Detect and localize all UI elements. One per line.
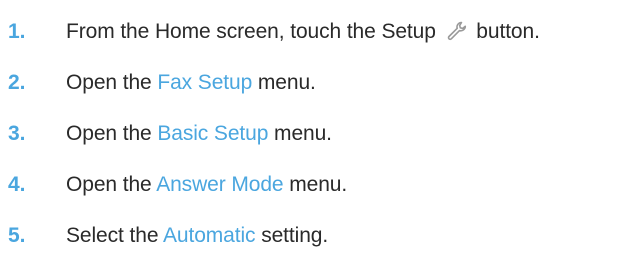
wrench-icon [447,21,466,41]
step-text-before: Open the [66,71,158,94]
step-4: 4. Open the Answer Mode menu. [0,169,635,201]
step-text: Open the Basic Setup menu. [66,122,332,146]
menu-name-basic-setup: Basic Setup [157,122,269,145]
menu-name-answer-mode: Answer Mode [156,173,284,196]
menu-name-automatic: Automatic [162,224,256,247]
menu-name-fax-setup: Fax Setup [157,71,253,94]
step-2: 2. Open the Fax Setup menu. [0,67,635,99]
step-number: 3. [8,122,26,145]
step-text-before: Select the [66,224,163,247]
step-number: 5. [8,224,26,247]
step-text: From the Home screen, touch the Setup bu… [66,20,540,44]
step-number: 1. [8,20,26,43]
step-text-after: menu. [268,122,332,145]
step-number: 2. [8,71,26,94]
step-text-after: menu. [252,71,316,94]
step-3: 3. Open the Basic Setup menu. [0,118,635,150]
step-text: Open the Answer Mode menu. [66,173,347,197]
step-text: Open the Fax Setup menu. [66,71,316,95]
step-text-after: button. [470,20,540,43]
step-text-after: setting. [255,224,329,247]
step-number: 4. [8,173,26,196]
step-text-before: Open the [66,122,158,145]
step-text-before: From the Home screen, touch the Setup [66,20,442,43]
step-text: Select the Automatic setting. [66,224,328,248]
step-5: 5. Select the Automatic setting. [0,220,635,252]
step-text-after: menu. [283,173,348,196]
step-1: 1. From the Home screen, touch the Setup… [0,16,635,48]
step-text-before: Open the [66,173,157,196]
